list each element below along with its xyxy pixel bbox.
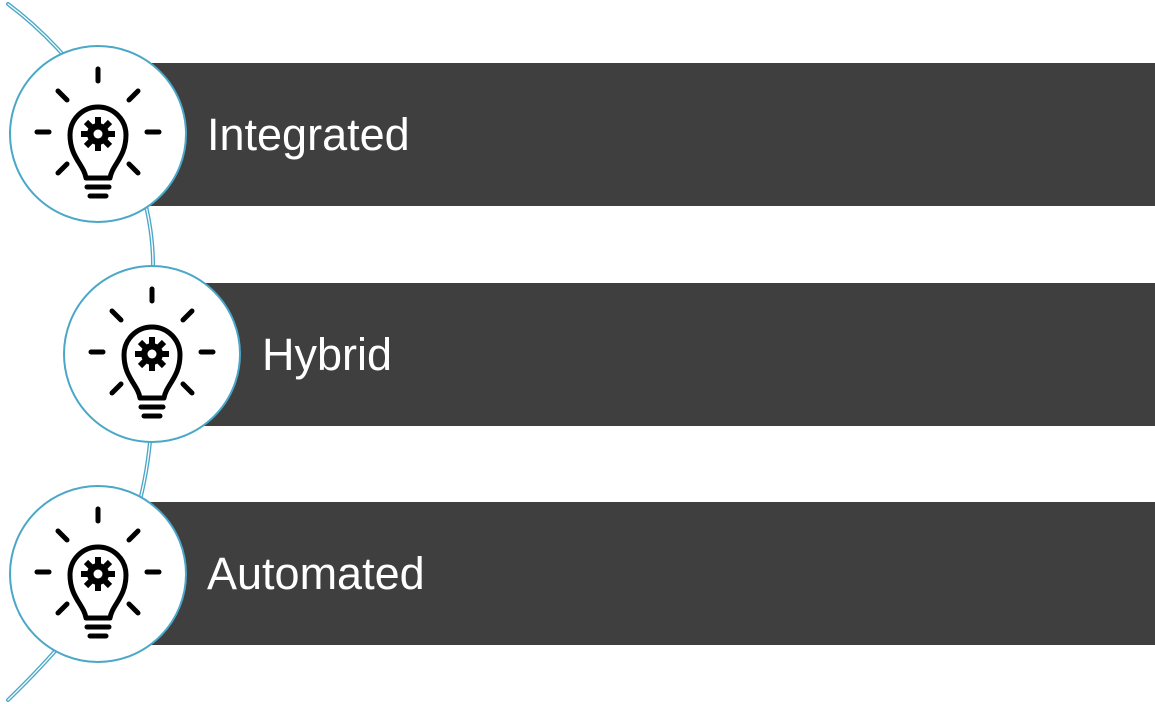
- icon-circle: [63, 265, 241, 443]
- lightbulb-gear-icon: [34, 506, 162, 639]
- lightbulb-gear-icon: [34, 66, 162, 199]
- icon-circle: [9, 485, 187, 663]
- lightbulb-gear-icon: [88, 286, 216, 419]
- item-label: Integrated: [207, 109, 410, 160]
- icon-circle: [9, 45, 187, 223]
- item-label: Automated: [207, 548, 425, 599]
- item-label: Hybrid: [262, 329, 393, 380]
